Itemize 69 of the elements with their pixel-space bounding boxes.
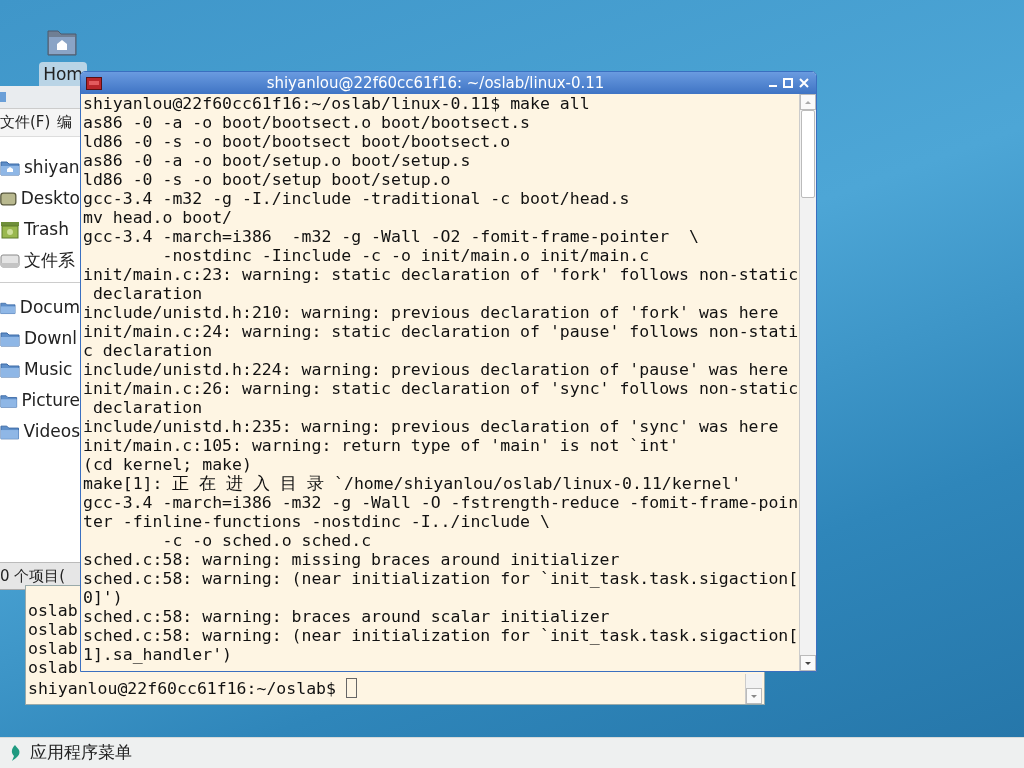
terminal-line: include/unistd.h:224: warning: previous declaration of 'pause' was here [83,360,789,379]
sidebar-item[interactable]: Docum [19,294,80,321]
terminal-line: init/main.c:24: warning: static declaration of 'pause' follows non-stati [83,322,799,341]
terminal-line: -nostdinc -Iinclude -c -o init/main.o init/main.c [161,246,650,265]
window-icon [0,91,6,103]
terminal-line: c declaration [83,341,213,360]
terminal-line: sched.c:58: warning: (near initialization for `init_task.task.sigaction[ [83,626,799,645]
terminal-line: as86 -0 -a -o boot/bootsect.o boot/bootsect.s [83,113,531,132]
trash-icon [0,220,20,239]
menu-item[interactable]: 编 [57,111,73,134]
scrollbar[interactable] [799,94,816,671]
cursor [345,678,357,698]
terminal-line: include/unistd.h:235: warning: previous declaration of 'sync' was here [83,417,779,436]
folder-icon [0,330,20,347]
terminal-line: ter -finline-functions -nostdinc -I../include \ [83,512,550,531]
terminal-line: (cd kernel; make) [83,455,252,474]
maximize-icon[interactable] [783,78,793,88]
sidebar-item[interactable]: Picture [21,387,80,414]
leaf-icon[interactable] [10,744,22,762]
terminal-line: -c -o sched.o sched.c [161,531,372,550]
terminal-line: oslab [28,639,78,658]
scroll-down-icon[interactable] [800,655,816,671]
folder-icon [0,361,20,378]
home-folder-icon[interactable] [46,28,77,56]
sidebar-item[interactable]: Downl [24,325,77,352]
terminal-line: mv head.o boot/ [83,208,232,227]
desktop-icon [0,190,17,207]
terminal-line: gcc-3.4 -march=i386 -m32 -g -Wall -O -fstrength-reduce -fomit-frame-poin [83,493,799,512]
terminal-line: sched.c:58: warning: missing braces around initializer [83,550,620,569]
terminal-line: oslab [28,658,78,677]
terminal-line: init/main.c:23: warning: static declaration of 'fork' follows non-static [83,265,799,284]
sidebar-item[interactable]: Videos [23,418,80,445]
sidebar-item[interactable]: Music [24,356,73,383]
drive-icon [0,253,20,268]
application-menu[interactable]: 应用程序菜单 [30,740,132,766]
terminal-line: 0]') [83,588,123,607]
sidebar-item[interactable]: shiyan [24,154,80,181]
terminal-line: make[1]: 正 在 进 入 目 录 `/home/shiyanlou/oslab/linux-0.11/kernel' [83,474,742,493]
terminal-line: 1].sa_handler') [83,645,232,664]
sidebar-item[interactable]: 文件系 [24,247,75,274]
folder-icon [0,392,18,409]
terminal-line: gcc-3.4 -m32 -g -I./include -traditional -c boot/head.s [83,189,630,208]
terminal-line: gcc-3.4 -march=i386 -m32 -g -Wall -O2 -fomit-frame-pointer \ [83,227,699,246]
terminal-line: declaration [91,398,203,417]
terminal-line: include/unistd.h:210: warning: previous declaration of 'fork' was here [83,303,779,322]
terminal-icon [86,76,102,90]
terminal-line: as86 -0 -a -o boot/setup.o boot/setup.s [83,151,471,170]
terminal-line: shiyanlou@22f60cc61f16:~/oslab/linux-0.11$ make all [83,94,590,113]
terminal-line: sched.c:58: warning: (near initialization for `init_task.task.sigaction[ [83,569,799,588]
sidebar-item[interactable]: Trash [24,216,69,243]
folder-icon [0,423,20,440]
terminal-line: ld86 -0 -s -o boot/setup boot/setup.o [83,170,451,189]
scroll-up-icon[interactable] [800,94,816,110]
terminal-line: sched.c:58: warning: braces around scalar initializer [83,607,610,626]
terminal-line: oslab [28,601,78,620]
scrollbar-thumb[interactable] [801,110,815,198]
terminal-line: init/main.c:105: warning: return type of 'main' is not `int' [83,436,680,455]
scrollbar[interactable] [745,674,762,704]
scroll-down-icon[interactable] [746,688,762,704]
terminal-line: init/main.c:26: warning: static declaration of 'sync' follows non-static [83,379,799,398]
status-text: 0 个项目( [0,565,66,587]
menu-item[interactable]: 文件(F) [0,111,51,134]
terminal-line: oslab [28,620,78,639]
close-icon[interactable] [799,78,809,88]
terminal-line: declaration [91,284,203,303]
terminal-line: ld86 -0 -s -o boot/bootsect boot/bootsect.o [83,132,511,151]
sidebar-item[interactable]: Deskto [20,185,80,212]
terminal-prompt: shiyanlou@22f60cc61f16:~/oslab$ [28,678,336,698]
window-title: shiyanlou@22f60cc61f16: ~/oslab/linux-0.11 [265,72,606,94]
